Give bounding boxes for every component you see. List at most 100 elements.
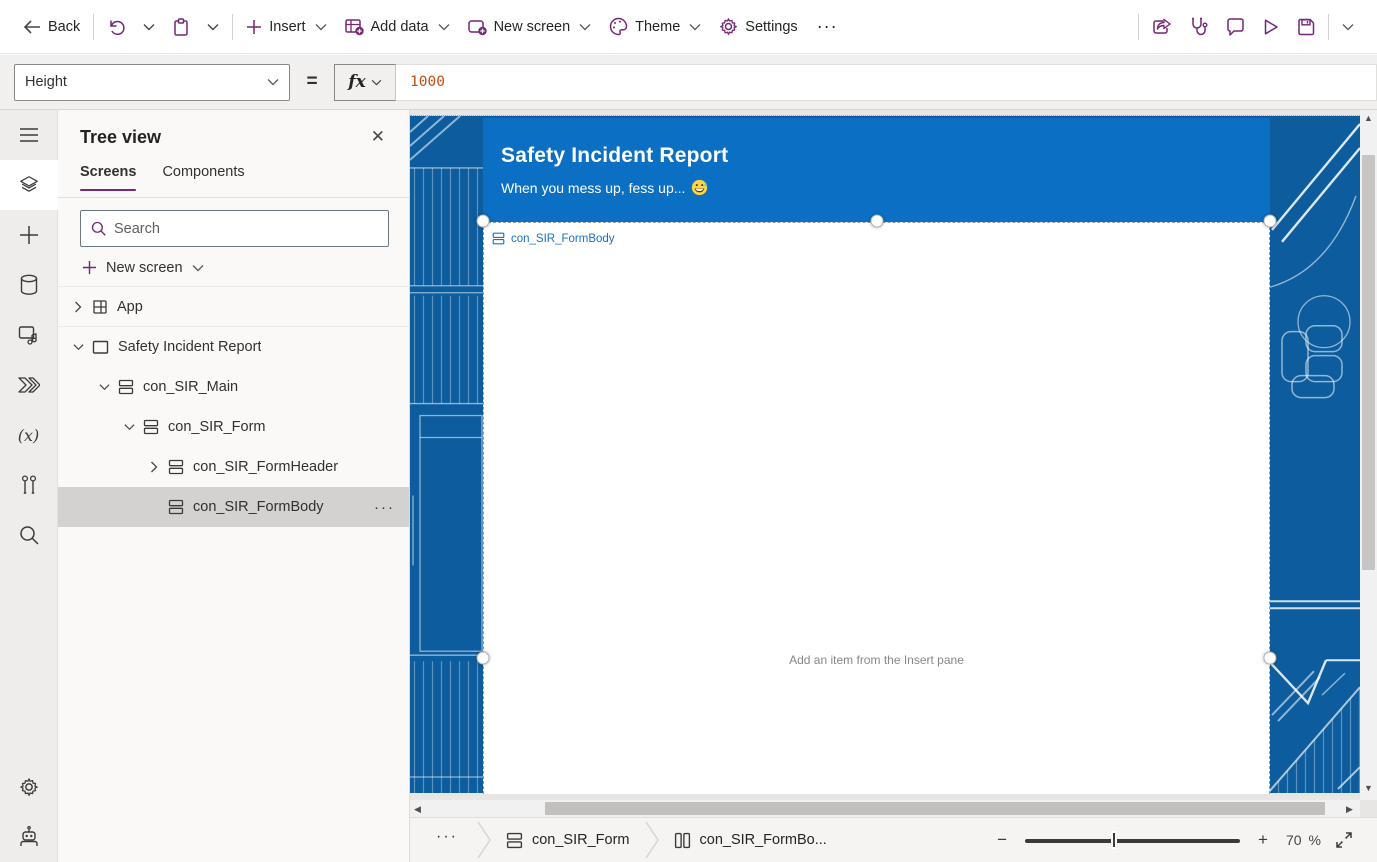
breadcrumb-separator — [644, 820, 660, 860]
more-options-button[interactable]: ··· — [374, 499, 395, 516]
theme-label: Theme — [635, 19, 680, 35]
formula-input[interactable] — [396, 64, 1377, 101]
chevron-down-icon[interactable] — [121, 423, 137, 431]
selection-handle-middle-left[interactable] — [477, 652, 490, 665]
tab-components[interactable]: Components — [162, 164, 244, 197]
zoom-slider-knob[interactable] — [1111, 831, 1117, 849]
chevron-right-icon[interactable] — [70, 301, 86, 313]
search-icon[interactable] — [0, 510, 58, 560]
save-button[interactable] — [1288, 9, 1324, 45]
form-body-container[interactable]: con_SIR_FormBody Add an item from the In… — [483, 222, 1270, 794]
fit-to-window-icon[interactable] — [1335, 831, 1353, 849]
paste-icon — [173, 18, 189, 36]
tab-screens[interactable]: Screens — [80, 164, 136, 197]
breadcrumb-label: con_SIR_Form — [532, 832, 630, 848]
settings-button[interactable]: Settings — [710, 9, 806, 45]
save-dropdown[interactable] — [1333, 9, 1363, 45]
canvas-viewport[interactable]: Safety Incident Report When you mess up,… — [410, 115, 1360, 793]
divider — [1138, 14, 1139, 40]
breadcrumb-con-sir-form[interactable]: con_SIR_Form — [492, 832, 644, 849]
selection-handle-top-left[interactable] — [477, 215, 490, 228]
formula-bar: Height = fx — [0, 55, 1377, 110]
insert-label: Insert — [269, 19, 305, 35]
paste-dropdown[interactable] — [198, 9, 228, 45]
media-icon[interactable] — [0, 310, 58, 360]
divider — [232, 14, 233, 40]
tree-item-screen[interactable]: Safety Incident Report — [58, 327, 409, 367]
new-screen-label: New screen — [106, 260, 183, 276]
divider — [1328, 14, 1329, 40]
status-bar: ··· con_SIR_Form con_SIR_FormBo... − + 7… — [410, 817, 1377, 862]
breadcrumb-overflow-button[interactable]: ··· — [410, 828, 476, 852]
chevron-down-icon — [438, 23, 450, 31]
tree-item-label: Safety Incident Report — [118, 339, 261, 355]
chevron-right-icon[interactable] — [146, 461, 162, 473]
undo-dropdown[interactable] — [134, 9, 164, 45]
virtual-agent-icon[interactable] — [0, 812, 58, 862]
breadcrumb-con-sir-formbody[interactable]: con_SIR_FormBo... — [660, 832, 841, 849]
back-button[interactable]: Back — [14, 9, 89, 45]
power-automate-icon[interactable] — [0, 360, 58, 410]
settings-icon[interactable] — [0, 762, 58, 812]
share-button[interactable] — [1143, 9, 1181, 45]
selection-handle-top-center[interactable] — [871, 215, 884, 228]
close-icon[interactable]: ✕ — [365, 123, 391, 151]
chevron-down-icon — [192, 264, 204, 272]
chevron-down-icon[interactable] — [96, 383, 112, 391]
property-selector[interactable]: Height — [14, 64, 290, 101]
tree-view-icon[interactable] — [0, 160, 58, 210]
toolbar-overflow-button[interactable]: ··· — [807, 16, 848, 37]
form-header[interactable]: Safety Incident Report When you mess up,… — [483, 118, 1270, 222]
tree-item-app[interactable]: App — [58, 287, 409, 327]
menu-icon[interactable] — [0, 110, 58, 160]
selection-handle-top-right[interactable] — [1264, 215, 1277, 228]
comments-button[interactable] — [1217, 9, 1254, 45]
theme-button[interactable]: Theme — [600, 9, 710, 45]
scroll-up-arrow-icon[interactable]: ▲ — [1364, 113, 1373, 123]
zoom-slider[interactable] — [1025, 831, 1240, 849]
chevron-down-icon — [1342, 23, 1354, 31]
vertical-scrollbar-thumb[interactable] — [1362, 155, 1375, 570]
insert-icon[interactable] — [0, 210, 58, 260]
preview-button[interactable] — [1254, 9, 1288, 45]
add-data-button[interactable]: Add data — [336, 9, 459, 45]
settings-label: Settings — [745, 19, 797, 35]
container-icon — [168, 499, 184, 515]
tree-item-con-sir-formheader[interactable]: con_SIR_FormHeader — [58, 447, 409, 487]
selection-handle-middle-right[interactable] — [1264, 652, 1277, 665]
search-input[interactable] — [114, 221, 378, 237]
container-icon — [506, 832, 523, 849]
tree-item-con-sir-main[interactable]: con_SIR_Main — [58, 367, 409, 407]
top-toolbar: Back Insert Add data New screen Theme Se… — [0, 0, 1377, 54]
paste-button[interactable] — [164, 9, 198, 45]
tree-item-con-sir-formbody[interactable]: con_SIR_FormBody ··· — [58, 487, 409, 527]
scroll-right-arrow-icon[interactable]: ▶ — [1346, 804, 1353, 815]
tree-panel-tabs: Screens Components — [58, 164, 409, 198]
horizontal-scrollbar[interactable]: ◀ ▶ — [410, 800, 1360, 817]
search-box[interactable] — [80, 210, 389, 247]
canvas-area: Safety Incident Report When you mess up,… — [410, 110, 1377, 862]
data-icon[interactable] — [0, 260, 58, 310]
scroll-down-arrow-icon[interactable]: ▼ — [1364, 783, 1373, 793]
zoom-in-button[interactable]: + — [1254, 830, 1272, 850]
horizontal-scrollbar-thumb[interactable] — [545, 802, 1325, 815]
fx-dropdown[interactable]: fx — [334, 64, 396, 101]
equals-sign: = — [290, 71, 334, 93]
scroll-left-arrow-icon[interactable]: ◀ — [414, 804, 421, 815]
undo-button[interactable] — [98, 9, 134, 45]
vertical-scrollbar[interactable]: ▲ ▼ — [1360, 110, 1377, 800]
variables-icon[interactable]: (x) — [0, 410, 58, 460]
chevron-down-icon — [207, 23, 219, 31]
advanced-tools-icon[interactable] — [0, 460, 58, 510]
zoom-out-button[interactable]: − — [993, 830, 1011, 850]
plus-icon — [246, 19, 262, 35]
app-checker-button[interactable] — [1181, 9, 1217, 45]
new-screen-button[interactable]: New screen — [459, 9, 601, 45]
insert-button[interactable]: Insert — [237, 9, 335, 45]
undo-icon — [107, 18, 125, 36]
container-icon — [143, 419, 159, 435]
new-screen-button-panel[interactable]: New screen — [58, 249, 409, 287]
tree-item-label: App — [117, 299, 143, 315]
chevron-down-icon[interactable] — [70, 343, 86, 351]
tree-item-con-sir-form[interactable]: con_SIR_Form — [58, 407, 409, 447]
